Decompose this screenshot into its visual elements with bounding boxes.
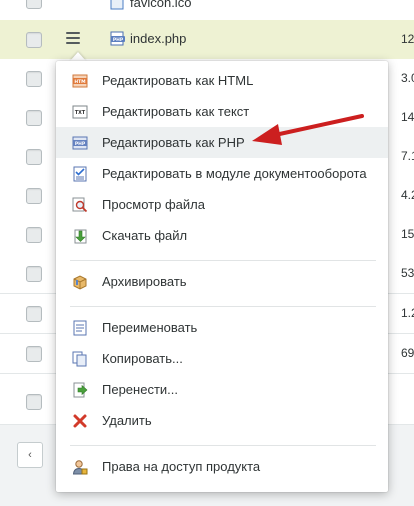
file-size: 3.0	[401, 71, 414, 85]
menu-separator	[70, 260, 376, 261]
menu-item-label: Редактировать как PHP	[102, 135, 245, 150]
workflow-doc-icon	[72, 166, 88, 182]
menu-item-rename[interactable]: Переименовать	[56, 312, 388, 343]
menu-item-access-rights[interactable]: Права на доступ продукта	[56, 451, 388, 482]
menu-item-label: Редактировать как текст	[102, 104, 250, 119]
menu-item-archive[interactable]: Архивировать	[56, 266, 388, 297]
file-size: 7.1	[401, 149, 414, 163]
rename-icon	[72, 320, 88, 336]
user-permissions-icon	[72, 459, 88, 475]
copy-icon	[72, 351, 88, 367]
menu-separator	[70, 445, 376, 446]
svg-text:PHP: PHP	[75, 141, 86, 147]
menu-item-label: Редактировать в модуле документооборота	[102, 166, 367, 181]
svg-text:TXT: TXT	[75, 110, 86, 116]
archive-box-icon	[72, 274, 88, 290]
svg-text:PHP: PHP	[113, 37, 124, 43]
row-checkbox[interactable]	[26, 266, 42, 282]
row-checkbox[interactable]	[26, 188, 42, 204]
file-size: 1.2	[401, 306, 414, 320]
txt-file-icon: TXT	[72, 104, 88, 120]
download-icon	[72, 228, 88, 244]
menu-item-download[interactable]: Скачать файл	[56, 220, 388, 251]
menu-item-edit-text[interactable]: TXT Редактировать как текст	[56, 96, 388, 127]
row-checkbox[interactable]	[26, 149, 42, 165]
menu-item-label: Переименовать	[102, 320, 198, 335]
row-menu-icon[interactable]	[66, 32, 80, 46]
popup-arrow	[70, 52, 86, 61]
row-checkbox[interactable]	[26, 346, 42, 362]
file-name[interactable]: favicon.ico	[130, 0, 191, 10]
file-size: 12	[401, 32, 414, 46]
menu-item-delete[interactable]: Удалить	[56, 405, 388, 436]
row-checkbox[interactable]	[26, 306, 42, 322]
row-checkbox[interactable]	[26, 110, 42, 126]
html-file-icon: HTM	[72, 73, 88, 89]
file-size: 14	[401, 110, 414, 124]
menu-item-copy[interactable]: Копировать...	[56, 343, 388, 374]
menu-item-label: Права на доступ продукта	[102, 459, 261, 474]
menu-item-move[interactable]: Перенести...	[56, 374, 388, 405]
table-row-active[interactable]: PHP index.php 12	[0, 20, 414, 60]
menu-item-edit-php[interactable]: PHP Редактировать как PHP	[56, 127, 388, 158]
menu-item-edit-workflow[interactable]: Редактировать в модуле документооборота	[56, 158, 388, 189]
row-checkbox[interactable]	[26, 0, 42, 9]
menu-item-view-file[interactable]: Просмотр файла	[56, 189, 388, 220]
menu-item-label: Редактировать как HTML	[102, 73, 254, 88]
menu-item-label: Перенести...	[102, 382, 178, 397]
move-icon	[72, 382, 88, 398]
magnifier-icon	[72, 197, 88, 213]
php-file-icon: PHP	[110, 31, 125, 46]
row-checkbox[interactable]	[26, 394, 42, 410]
context-menu: HTM Редактировать как HTML TXT Редактиро…	[56, 61, 388, 492]
menu-item-edit-html[interactable]: HTM Редактировать как HTML	[56, 65, 388, 96]
file-icon	[110, 0, 124, 10]
row-checkbox[interactable]	[26, 227, 42, 243]
delete-x-icon	[72, 413, 88, 429]
svg-text:HTM: HTM	[74, 79, 86, 85]
file-name[interactable]: index.php	[130, 31, 186, 46]
menu-item-label: Скачать файл	[102, 228, 188, 243]
chevron-left-icon[interactable]: ‹	[17, 442, 43, 468]
menu-item-label: Копировать...	[102, 351, 183, 366]
php-file-icon: PHP	[72, 135, 88, 151]
file-size: 69	[401, 346, 414, 360]
row-checkbox[interactable]	[26, 32, 42, 48]
row-checkbox[interactable]	[26, 71, 42, 87]
table-row[interactable]: favicon.ico	[0, 0, 414, 21]
menu-item-label: Удалить	[102, 413, 152, 428]
menu-item-label: Просмотр файла	[102, 197, 205, 212]
file-size: 4.2	[401, 188, 414, 202]
file-size: 53	[401, 266, 414, 280]
file-size: 15	[401, 227, 414, 241]
menu-separator	[70, 306, 376, 307]
menu-item-label: Архивировать	[102, 274, 187, 289]
